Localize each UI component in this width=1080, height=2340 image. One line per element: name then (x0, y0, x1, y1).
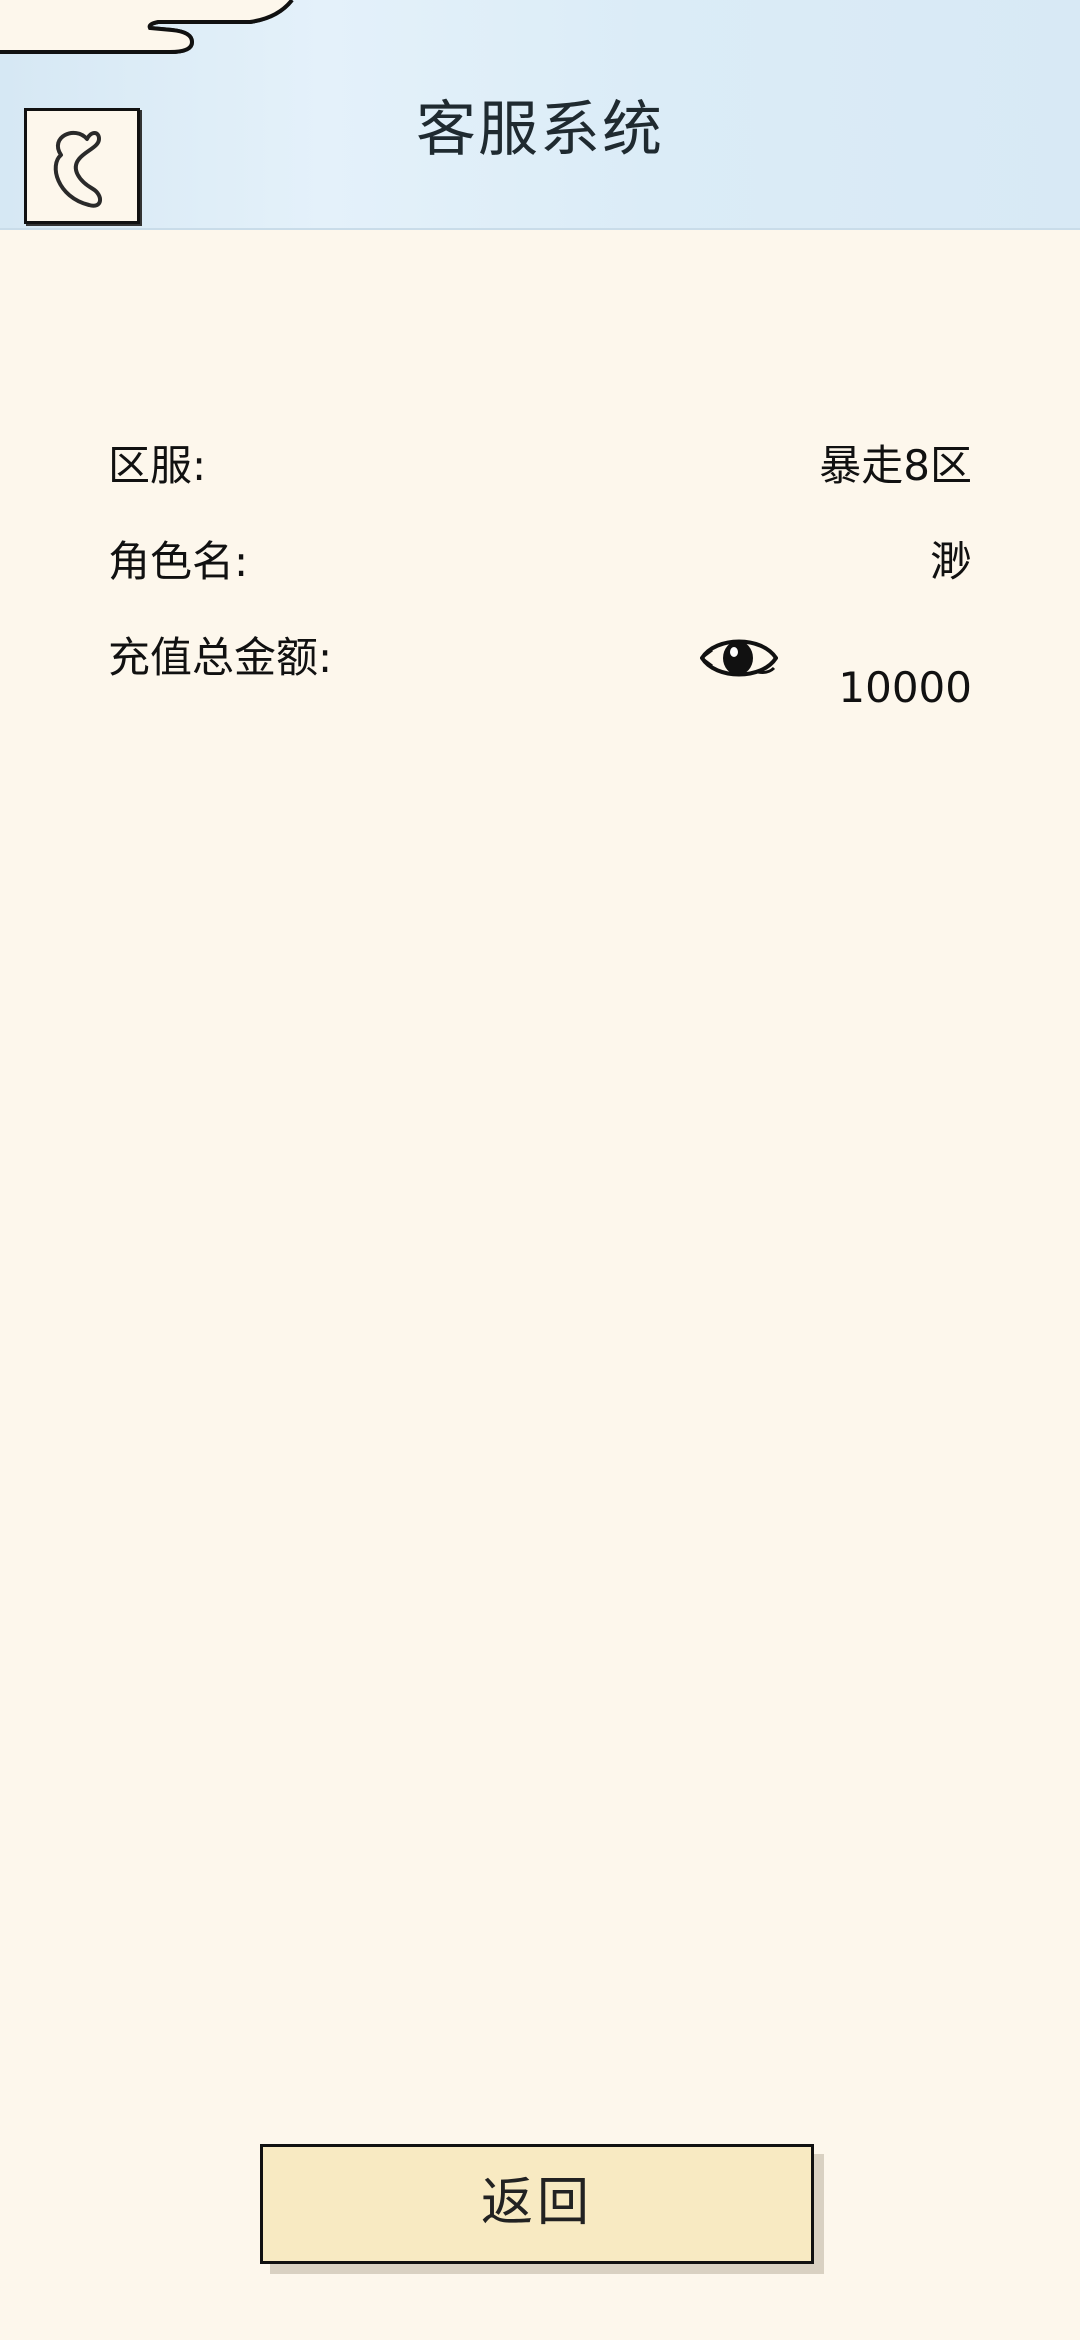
recharge-row: 充值总金额: 10000 (108, 628, 972, 712)
cloud-decoration (0, 0, 294, 54)
recharge-value: 10000 (838, 663, 972, 712)
eye-icon[interactable] (700, 628, 778, 688)
back-button[interactable] (24, 108, 140, 224)
recharge-label: 充值总金额: (108, 633, 333, 682)
server-value: 暴走8区 (819, 441, 972, 490)
back-arrow-icon (53, 130, 102, 208)
role-label: 角色名: (108, 537, 249, 586)
server-label: 区服: (108, 441, 207, 490)
role-value: 渺 (929, 537, 972, 586)
header-bar: 客服系统 (0, 0, 1080, 230)
return-button[interactable]: 返回 (260, 2144, 814, 2264)
server-row: 区服: 暴走8区 (108, 436, 972, 496)
role-row: 角色名: 渺 (108, 532, 972, 592)
page-title: 客服系统 (416, 95, 664, 165)
